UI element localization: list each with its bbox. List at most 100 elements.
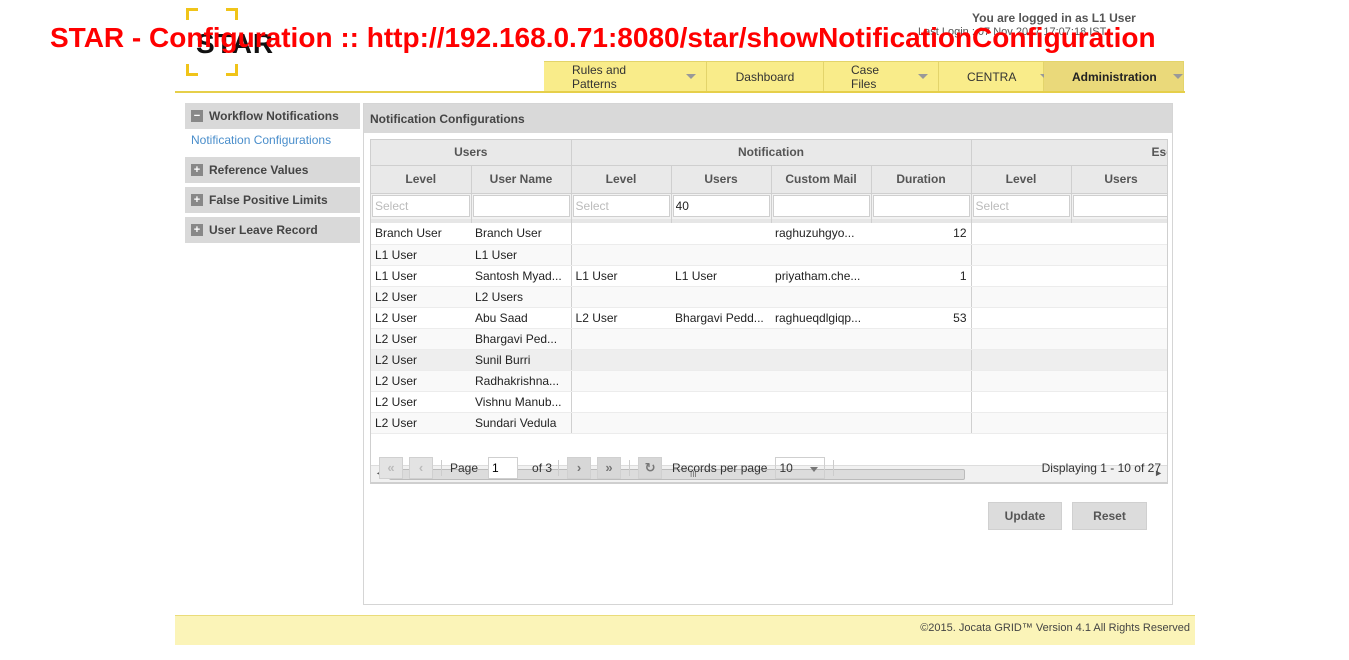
table-row[interactable]: L1 User Santosh Myad... L1 User L1 User priy… — [371, 265, 1167, 287]
table-cell — [571, 286, 672, 308]
column-header[interactable]: Users — [671, 165, 772, 194]
column-header[interactable]: Level — [571, 165, 672, 194]
admin-sidebar: − Workflow Notifications Notification Co… — [185, 103, 360, 247]
table-cell — [771, 370, 872, 392]
table-cell — [971, 412, 1072, 434]
table-cell — [871, 244, 972, 266]
group-header-notification: Notification — [571, 140, 972, 166]
expand-icon[interactable]: + — [191, 164, 203, 176]
sidebar-section-false-positive-limits[interactable]: + False Positive Limits — [185, 187, 360, 213]
table-cell — [971, 223, 1072, 245]
update-button[interactable]: Update — [988, 502, 1062, 530]
table-cell — [1071, 370, 1167, 392]
table-row[interactable]: L2 User Radhakrishna... — [371, 370, 1167, 392]
next-page-icon[interactable]: › — [567, 456, 592, 479]
table-cell — [871, 391, 972, 413]
table-cell: L2 Users — [471, 286, 572, 308]
page-number-input[interactable] — [488, 456, 519, 479]
table-cell — [871, 328, 972, 350]
sidebar-section-reference-values[interactable]: + Reference Values — [185, 157, 360, 183]
column-header[interactable]: Level — [971, 165, 1072, 194]
prev-page-icon[interactable]: ‹ — [409, 456, 433, 479]
first-page-icon[interactable]: « — [379, 456, 403, 479]
nav-tab-label: Administration — [1072, 69, 1157, 84]
table-cell — [571, 370, 672, 392]
table-cell: Sunil Burri — [471, 349, 572, 371]
table-row[interactable]: L1 User L1 User — [371, 244, 1167, 266]
page-label: Page — [450, 460, 479, 475]
table-cell — [971, 391, 1072, 413]
table-row[interactable]: L2 User Sundari Vedula — [371, 412, 1167, 434]
table-cell — [1071, 244, 1167, 266]
records-per-page-select[interactable]: 10 — [775, 456, 826, 479]
nav-tab-label: Case Files — [851, 62, 880, 91]
column-header[interactable]: Users — [1071, 165, 1167, 194]
table-cell — [1071, 265, 1167, 287]
filter-escalation-users[interactable] — [1072, 195, 1167, 218]
table-cell: Bhargavi Ped... — [471, 328, 572, 350]
reset-button[interactable]: Reset — [1072, 502, 1147, 530]
nav-tab-rules-and-patterns[interactable]: Rules and Patterns — [544, 61, 707, 91]
column-header[interactable]: Level — [371, 165, 472, 194]
column-header[interactable]: Duration — [871, 165, 972, 194]
nav-tab-administration[interactable]: Administration — [1044, 61, 1184, 91]
table-cell: L2 User — [371, 328, 471, 350]
chevron-down-icon[interactable] — [686, 74, 696, 79]
nav-tab-centra[interactable]: CENTRA — [939, 61, 1051, 91]
last-page-icon[interactable]: » — [597, 456, 622, 479]
table-row[interactable]: L2 User Abu Saad L2 User Bhargavi Pedd... ra… — [371, 307, 1167, 329]
sidebar-section-user-leave-record[interactable]: + User Leave Record — [185, 217, 360, 243]
filter-user-name[interactable] — [472, 195, 570, 218]
column-header[interactable]: Custom Mail — [771, 165, 872, 194]
table-row[interactable]: L2 User Bhargavi Ped... — [371, 328, 1167, 350]
expand-icon[interactable]: + — [191, 194, 203, 206]
table-cell — [671, 391, 772, 413]
nav-tab-dashboard[interactable]: Dashboard — [707, 61, 824, 91]
filter-custom-mail[interactable] — [772, 195, 870, 218]
sidebar-section-workflow-notifications[interactable]: − Workflow Notifications — [185, 103, 360, 129]
chevron-down-icon[interactable] — [1172, 74, 1183, 79]
sidebar-item-notification-configurations[interactable]: Notification Configurations — [185, 129, 360, 151]
collapse-icon[interactable]: − — [191, 110, 203, 122]
table-row[interactable]: L2 User Vishnu Manub... — [371, 391, 1167, 413]
column-header[interactable]: User Name — [471, 165, 572, 194]
chevron-down-icon — [810, 466, 819, 472]
table-cell: L2 User — [371, 391, 471, 413]
table-cell: 1 — [871, 265, 972, 287]
filter-escalation-level[interactable] — [972, 195, 1070, 218]
nav-tab-case-files[interactable]: Case Files — [824, 61, 939, 91]
chevron-down-icon[interactable] — [918, 74, 928, 79]
records-per-page-label: Records per page — [672, 460, 768, 475]
filter-notification-users[interactable] — [672, 195, 770, 218]
table-cell: Bhargavi Pedd... — [671, 307, 772, 329]
table-cell — [671, 223, 772, 245]
table-cell: L2 User — [371, 307, 471, 329]
grid-pager: « ‹ Page of 3 › » ↻ Records per page 10 … — [370, 452, 1168, 484]
notification-grid: Users Notification Esca Level User Name … — [370, 139, 1168, 483]
filter-users-level[interactable] — [372, 195, 470, 218]
table-cell — [571, 223, 672, 245]
table-cell — [771, 244, 872, 266]
table-cell: L2 User — [371, 412, 471, 434]
table-cell — [871, 286, 972, 308]
table-cell — [971, 370, 1072, 392]
refresh-icon[interactable]: ↻ — [638, 456, 663, 479]
table-cell: Vishnu Manub... — [471, 391, 572, 413]
table-row[interactable]: L2 User L2 Users — [371, 286, 1167, 308]
filter-duration[interactable] — [872, 195, 970, 218]
top-navigation: Rules and Patterns Dashboard Case Files … — [544, 61, 1184, 93]
table-cell: Branch User — [371, 223, 471, 245]
table-cell: Abu Saad — [471, 307, 572, 329]
nav-tab-label: Rules and Patterns — [572, 62, 627, 91]
table-cell — [571, 349, 672, 371]
sidebar-section-label: False Positive Limits — [209, 193, 328, 207]
table-row[interactable]: Branch User Branch User raghuzuhgyo... 12 — [371, 223, 1167, 245]
table-cell: L2 User — [371, 349, 471, 371]
table-cell — [1071, 349, 1167, 371]
expand-icon[interactable]: + — [191, 224, 203, 236]
panel-title: Notification Configurations — [364, 104, 1172, 133]
table-row[interactable]: L2 User Sunil Burri — [371, 349, 1167, 371]
filter-notification-level[interactable] — [572, 195, 670, 218]
table-cell — [871, 370, 972, 392]
table-cell: 53 — [871, 307, 972, 329]
